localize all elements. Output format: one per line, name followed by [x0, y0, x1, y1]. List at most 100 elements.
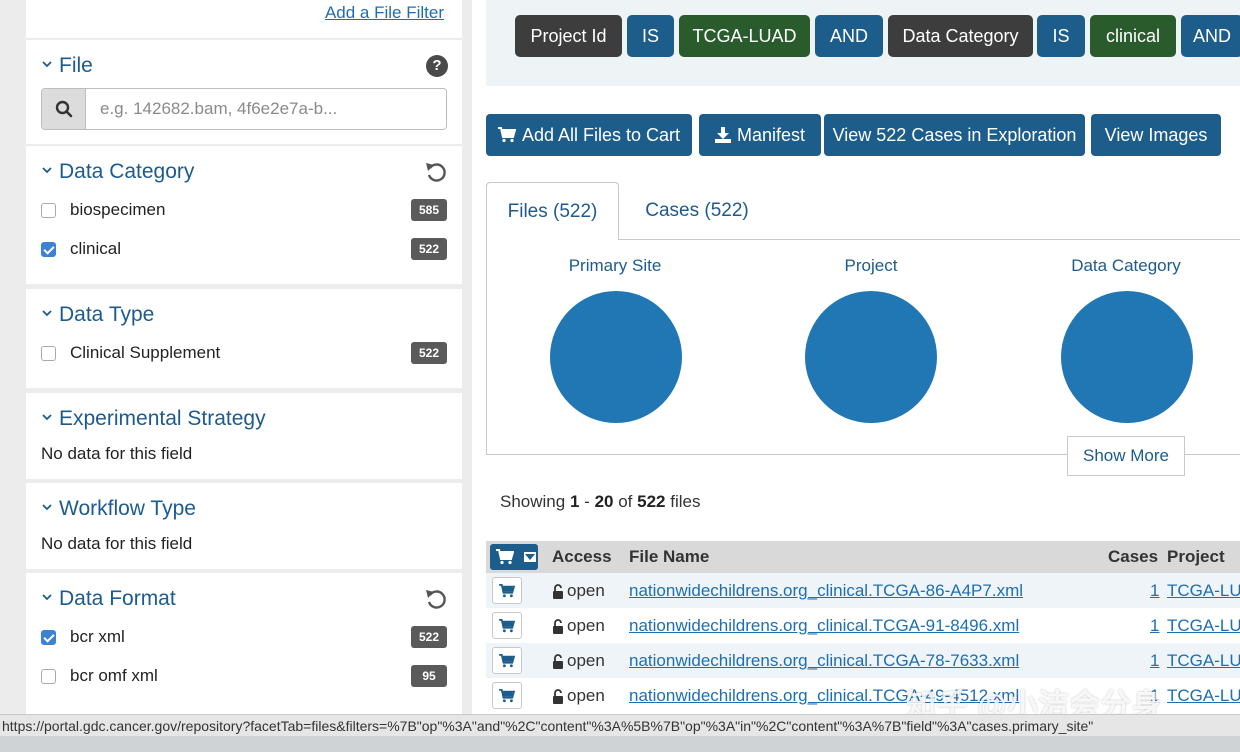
access-cell: open	[552, 581, 605, 601]
facet-workflow-type: Workflow Type No data for this field	[26, 483, 462, 569]
cart-icon	[497, 127, 516, 143]
project-link[interactable]: TCGA-LUAD	[1167, 651, 1240, 671]
facet-sidebar: Add a File Filter File ? Data Category b…	[0, 0, 472, 752]
project-link[interactable]: TCGA-LUAD	[1167, 616, 1240, 636]
facet-file: File ?	[26, 40, 462, 144]
facet-option-label: Clinical Supplement	[70, 343, 221, 362]
count-badge: 95	[411, 665, 447, 687]
count-badge: 522	[411, 238, 447, 260]
table-header: Access File Name Cases Project	[486, 541, 1240, 573]
checkbox[interactable]	[41, 629, 56, 645]
add-filter-panel: Add a File Filter	[26, 0, 462, 38]
caret-down-icon	[524, 552, 536, 562]
query-and-pill[interactable]: AND	[1181, 15, 1240, 57]
column-header-file-name[interactable]: File Name	[629, 547, 709, 567]
chart-title: Project	[844, 256, 898, 275]
facet-experimental-strategy-header[interactable]: Experimental Strategy	[42, 407, 266, 431]
facet-data-category-header[interactable]: Data Category	[42, 160, 194, 184]
facet-title: Data Format	[59, 587, 176, 610]
facet-workflow-type-header[interactable]: Workflow Type	[42, 497, 196, 521]
cart-icon	[499, 688, 515, 702]
chevron-down-icon	[42, 412, 52, 422]
add-to-cart-button[interactable]	[492, 612, 522, 639]
cart-icon	[496, 549, 514, 565]
query-field-pill[interactable]: Data Category	[888, 15, 1033, 57]
facet-title: Data Type	[59, 303, 155, 326]
query-value-pill[interactable]: clinical	[1090, 15, 1176, 57]
column-header-access[interactable]: Access	[552, 547, 612, 567]
data-category-pie[interactable]	[1061, 291, 1193, 423]
file-name-link[interactable]: nationwidechildrens.org_clinical.TCGA-86…	[629, 581, 1023, 601]
reset-icon[interactable]	[424, 587, 448, 611]
tab-cases[interactable]: Cases (522)	[632, 182, 762, 240]
table-row: open nationwidechildrens.org_clinical.TC…	[486, 573, 1240, 608]
count-badge: 522	[411, 342, 447, 364]
facet-option[interactable]: biospecimen 585	[41, 197, 447, 223]
query-value-pill[interactable]: TCGA-LUAD	[679, 15, 810, 57]
facet-title: Data Category	[59, 160, 195, 183]
access-cell: open	[552, 651, 605, 671]
chevron-down-icon	[42, 502, 52, 512]
add-file-filter-link[interactable]: Add a File Filter	[325, 3, 444, 23]
chart-title: Primary Site	[568, 256, 662, 275]
help-icon[interactable]: ?	[426, 55, 448, 77]
facet-option-label: bcr omf xml	[70, 666, 158, 685]
show-more-button[interactable]: Show More	[1067, 436, 1185, 476]
facet-file-header[interactable]: File	[42, 54, 93, 78]
button-label: Manifest	[736, 124, 806, 145]
facet-option[interactable]: Clinical Supplement 522	[41, 340, 447, 366]
checkbox[interactable]	[41, 202, 56, 218]
add-to-cart-button[interactable]	[492, 647, 522, 674]
facet-option-label: bcr xml	[70, 627, 125, 646]
add-to-cart-button[interactable]	[492, 682, 522, 709]
count-badge: 522	[411, 626, 447, 648]
file-search-input[interactable]	[86, 89, 446, 129]
query-and-pill[interactable]: AND	[815, 15, 883, 57]
view-images-button[interactable]: View Images	[1091, 114, 1221, 156]
facet-data-type: Data Type Clinical Supplement 522	[26, 289, 462, 388]
file-search	[41, 88, 447, 130]
project-link[interactable]: TCGA-LUAD	[1167, 686, 1240, 706]
file-name-link[interactable]: nationwidechildrens.org_clinical.TCGA-78…	[629, 651, 1019, 671]
add-to-cart-button[interactable]	[492, 577, 522, 604]
query-bar: Project Id IS TCGA-LUAD AND Data Categor…	[486, 0, 1240, 86]
chart-title: Data Category	[1071, 256, 1181, 275]
facet-option[interactable]: clinical 522	[41, 236, 447, 262]
cart-icon	[499, 583, 515, 597]
reset-icon[interactable]	[424, 160, 448, 184]
column-header-project[interactable]: Project	[1167, 547, 1225, 567]
file-name-link[interactable]: nationwidechildrens.org_clinical.TCGA-91…	[629, 616, 1019, 636]
checkbox[interactable]	[41, 345, 56, 361]
unlock-icon	[553, 583, 563, 599]
download-icon	[714, 127, 731, 143]
primary-site-pie[interactable]	[550, 291, 682, 423]
facet-option[interactable]: bcr xml 522	[41, 624, 447, 650]
cases-link[interactable]: 1	[1150, 651, 1159, 671]
view-cases-in-exploration-button[interactable]: View 522 Cases in Exploration	[824, 114, 1085, 156]
checkbox[interactable]	[41, 241, 56, 257]
button-label: Add All Files to Cart	[521, 124, 681, 145]
facet-data-format-header[interactable]: Data Format	[42, 587, 176, 611]
column-header-cases[interactable]: Cases	[1108, 547, 1158, 567]
facet-option[interactable]: bcr omf xml 95	[41, 663, 447, 689]
query-field-pill[interactable]: Project Id	[515, 15, 622, 57]
facet-data-format: Data Format bcr xml 522 bcr omf xml 95	[26, 573, 462, 714]
add-all-files-to-cart-button[interactable]: Add All Files to Cart	[486, 114, 692, 156]
tab-files[interactable]: Files (522)	[486, 182, 619, 240]
cases-link[interactable]: 1	[1150, 616, 1159, 636]
cases-link[interactable]: 1	[1150, 581, 1159, 601]
cart-dropdown-button[interactable]	[490, 544, 538, 570]
facet-data-type-header[interactable]: Data Type	[42, 303, 154, 327]
project-pie[interactable]	[805, 291, 937, 423]
table-row: open nationwidechildrens.org_clinical.TC…	[486, 608, 1240, 643]
checkbox[interactable]	[41, 668, 56, 684]
search-button[interactable]	[42, 89, 86, 129]
project-link[interactable]: TCGA-LUAD	[1167, 581, 1240, 601]
count-badge: 585	[411, 199, 447, 221]
query-operator-pill[interactable]: IS	[1037, 15, 1085, 57]
facet-option-label: biospecimen	[70, 200, 166, 219]
manifest-button[interactable]: Manifest	[699, 114, 821, 156]
query-operator-pill[interactable]: IS	[627, 15, 674, 57]
chevron-down-icon	[42, 308, 52, 318]
facet-experimental-strategy: Experimental Strategy No data for this f…	[26, 393, 462, 479]
